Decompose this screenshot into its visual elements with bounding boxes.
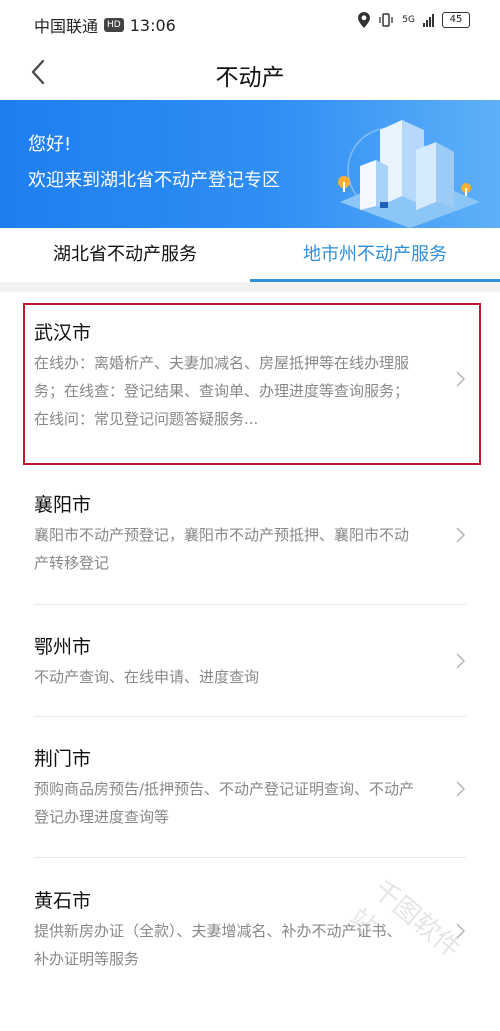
- carrier-label: 中国联通: [34, 17, 99, 36]
- service-tabs: 湖北省不动产服务 地市州不动产服务: [0, 228, 500, 282]
- status-left: 中国联通 HD 13:06: [34, 13, 176, 37]
- status-bar: 中国联通 HD 13:06 5G 45: [0, 0, 500, 46]
- chevron-right-icon: [456, 527, 466, 543]
- list-divider: [34, 857, 466, 858]
- status-right: 5G 45: [358, 12, 470, 28]
- clock-label: 13:06: [129, 15, 176, 35]
- nav-bar: 不动产: [0, 46, 500, 100]
- hd-badge: HD: [104, 18, 124, 32]
- list-divider: [34, 716, 466, 717]
- city-item-wuhan[interactable]: 武汉市 在线办：离婚析产、夫妻加减名、房屋抵押等在线办理服 务；在线查：登记结果…: [34, 318, 466, 433]
- location-icon: [358, 12, 371, 28]
- welcome-banner: 您好! 欢迎来到湖北省不动产登记专区: [0, 100, 500, 228]
- battery-icon: 45: [442, 12, 470, 28]
- tab-hubei-service[interactable]: 湖北省不动产服务: [0, 228, 250, 282]
- page-title: 不动产: [215, 65, 285, 91]
- city-description: 预购商品房预告/抵押预告、不动产登记证明查询、不动产 登记办理进度查询等: [34, 775, 444, 831]
- description-line: 预购商品房预告/抵押预告、不动产登记证明查询、不动产: [34, 780, 415, 798]
- description-line: 务；在线查：登记结果、查询单、办理进度等查询服务；: [34, 382, 410, 400]
- network-label: 5G: [402, 15, 415, 25]
- section-divider: [0, 282, 500, 292]
- description-line: 产转移登记: [34, 554, 110, 572]
- city-description: 襄阳市不动产预登记，襄阳市不动产预抵押、襄阳市不动 产转移登记: [34, 521, 444, 577]
- chevron-right-icon: [456, 653, 466, 669]
- city-item-jingmen[interactable]: 荆门市 预购商品房预告/抵押预告、不动产登记证明查询、不动产 登记办理进度查询等: [34, 744, 466, 831]
- city-buildings-illustration: [338, 120, 480, 228]
- city-name: 鄂州市: [34, 636, 92, 658]
- vibrate-icon: [379, 13, 393, 27]
- city-name: 襄阳市: [34, 494, 92, 516]
- city-item-xiangyang[interactable]: 襄阳市 襄阳市不动产预登记，襄阳市不动产预抵押、襄阳市不动 产转移登记: [34, 490, 466, 577]
- signal-icon: [423, 13, 434, 27]
- chevron-right-icon: [456, 781, 466, 797]
- list-divider: [34, 604, 466, 605]
- description-line: 登记办理进度查询等: [34, 808, 170, 826]
- description-line: 在线问：常见登记问题答疑服务...: [34, 410, 259, 428]
- battery-level: 45: [449, 14, 463, 25]
- tab-city-service[interactable]: 地市州不动产服务: [250, 228, 500, 282]
- description-line: 在线办：离婚析产、夫妻加减名、房屋抵押等在线办理服: [34, 354, 410, 372]
- city-item-ezhou[interactable]: 鄂州市 不动产查询、在线申请、进度查询: [34, 632, 466, 691]
- city-name: 荆门市: [34, 748, 92, 770]
- city-description: 不动产查询、在线申请、进度查询: [34, 663, 444, 691]
- city-name: 武汉市: [34, 322, 92, 344]
- description-line: 襄阳市不动产预登记，襄阳市不动产预抵押、襄阳市不动: [34, 526, 410, 544]
- banner-greeting: 您好!: [28, 134, 72, 155]
- chevron-right-icon: [456, 371, 466, 387]
- description-line: 不动产查询、在线申请、进度查询: [34, 668, 260, 686]
- banner-welcome-text: 欢迎来到湖北省不动产登记专区: [28, 170, 280, 191]
- city-description: 在线办：离婚析产、夫妻加减名、房屋抵押等在线办理服 务；在线查：登记结果、查询单…: [34, 349, 444, 433]
